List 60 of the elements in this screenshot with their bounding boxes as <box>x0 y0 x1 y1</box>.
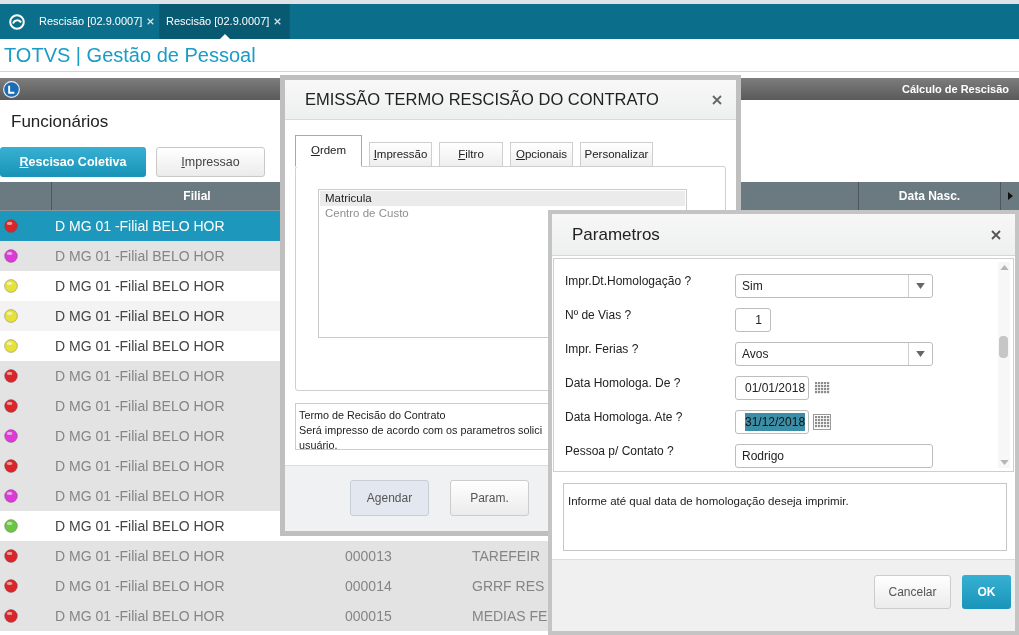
description-text: Termo de Recisão do Contrato <box>299 409 446 421</box>
description-text: usuário. <box>299 439 338 451</box>
close-icon[interactable] <box>991 229 1001 240</box>
page-title: Funcionários <box>11 112 109 131</box>
table-cell: D MG 01 -Filial BELO HOR <box>55 277 225 294</box>
table-cell: D MG 01 -Filial BELO HOR <box>55 397 225 414</box>
close-icon[interactable] <box>712 94 722 105</box>
table-cell: GRRF RES <box>472 577 545 594</box>
calendar-icon[interactable] <box>813 380 831 396</box>
table-cell: D MG 01 -Filial BELO HOR <box>55 457 225 474</box>
table-cell: D MG 01 -Filial BELO HOR <box>55 517 225 534</box>
column-header[interactable]: Filial <box>183 187 211 205</box>
column-header[interactable]: Data Nasc. <box>898 187 961 205</box>
caret-down-icon <box>916 351 925 357</box>
table-cell: D MG 01 -Filial BELO HOR <box>55 247 225 264</box>
field-label: Data Homologa. De ? <box>565 376 681 390</box>
tab[interactable]: Impressão <box>369 142 432 167</box>
help-text: Informe até qual data de homologação deseja imprimir. <box>568 495 849 507</box>
table-cell: D MG 01 -Filial BELO HOR <box>55 547 225 564</box>
scrollbar[interactable] <box>998 262 1010 468</box>
table-cell: MEDIAS FE <box>472 607 548 624</box>
table-cell: D MG 01 -Filial BELO HOR <box>55 487 225 504</box>
list-item[interactable]: Matricula <box>320 191 685 206</box>
dialog-title: EMISSÃO TERMO RESCISÃO DO CONTRATO <box>305 89 659 111</box>
table-cell: D MG 01 -Filial BELO HOR <box>55 217 225 234</box>
field-label: Nº de Vias ? <box>565 308 632 322</box>
scrollbar-thumb[interactable] <box>999 336 1008 358</box>
table-cell: D MG 01 -Filial BELO HOR <box>55 427 225 444</box>
dropdown[interactable]: Sim <box>735 274 933 298</box>
table-cell: D MG 01 -Filial BELO HOR <box>55 577 225 594</box>
tab-pointer-icon <box>220 34 230 39</box>
dialog-title: Parametros <box>572 223 660 246</box>
description-text: Será impresso de acordo com os parametros solici <box>299 424 543 436</box>
module-title: Cálculo de Rescisão <box>902 81 1009 97</box>
tab[interactable]: Personalizar <box>580 142 653 167</box>
caret-down-icon <box>916 283 925 289</box>
logo-icon[interactable] <box>8 13 25 30</box>
table-cell: 000015 <box>345 607 392 624</box>
app-title: TOTVS | Gestão de Pessoal <box>4 43 256 68</box>
field-label: Impr. Ferias ? <box>565 342 639 356</box>
date-field[interactable]: 31/12/2018 <box>735 410 809 434</box>
caret-right-icon <box>1007 192 1013 200</box>
tab[interactable]: Ordem <box>295 135 362 167</box>
table-cell: D MG 01 -Filial BELO HOR <box>55 367 225 384</box>
module-icon <box>3 80 20 98</box>
field-label: Data Homologa. Ate ? <box>565 410 683 424</box>
dialog-button[interactable]: Param. <box>450 480 529 516</box>
table-cell: 000013 <box>345 547 392 564</box>
input-field[interactable]: 1 <box>735 308 771 332</box>
table-cell: D MG 01 -Filial BELO HOR <box>55 337 225 354</box>
tab[interactable]: Opcionais <box>510 142 573 167</box>
tab[interactable]: Filtro <box>439 142 503 167</box>
tab[interactable]: Rescisão [02.9.0007] <box>160 4 290 39</box>
table-cell: D MG 01 -Filial BELO HOR <box>55 307 225 324</box>
field-label: Pessoa p/ Contato ? <box>565 444 674 458</box>
toolbar-button[interactable]: Impressao <box>156 147 265 177</box>
table-cell: D MG 01 -Filial BELO HOR <box>55 607 225 624</box>
table-cell: 000014 <box>345 577 392 594</box>
table-cell: TAREFEIR <box>472 547 541 564</box>
calendar-icon[interactable] <box>813 414 831 430</box>
